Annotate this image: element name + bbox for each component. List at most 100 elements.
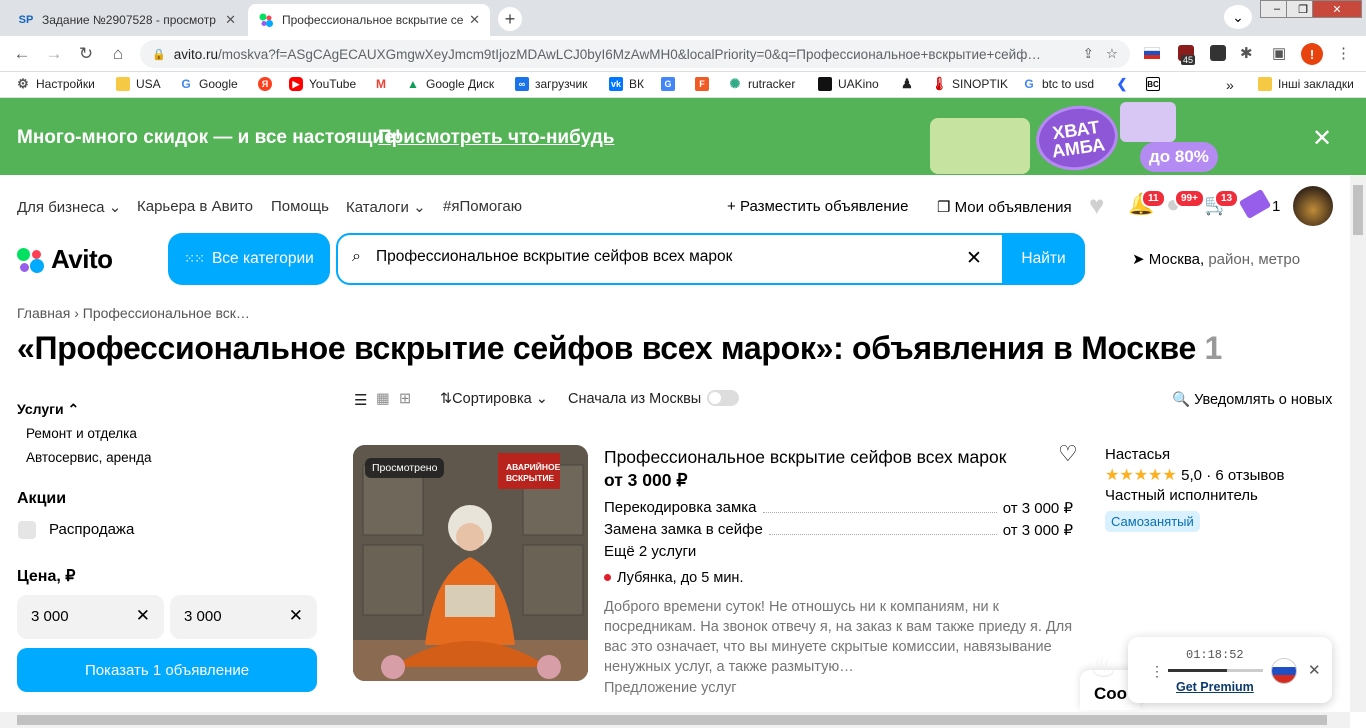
seller-name[interactable]: Настасья xyxy=(1105,446,1170,463)
wallet-icon[interactable] xyxy=(1238,188,1272,220)
browser-menu-icon[interactable]: ⋮ xyxy=(1336,44,1351,62)
tab-search-icon[interactable]: ⌄ xyxy=(1224,5,1252,29)
list-view-icon[interactable]: ☰ xyxy=(354,391,367,409)
avatar[interactable] xyxy=(1293,186,1333,226)
home-icon[interactable]: ⌂ xyxy=(108,44,128,64)
horizontal-scrollbar[interactable] xyxy=(0,712,1350,728)
notify-new-button[interactable]: 🔍 Уведомлять о новых xyxy=(1172,391,1332,408)
clear-search-icon[interactable]: ✕ xyxy=(966,247,982,270)
scrollbar-thumb[interactable] xyxy=(17,715,1327,725)
bookmark-google[interactable]: G Google xyxy=(179,77,238,91)
back-icon[interactable]: ← xyxy=(12,44,32,64)
breadcrumb-home[interactable]: Главная xyxy=(17,305,70,321)
figure-icon: ♟ xyxy=(900,76,914,91)
sale-label[interactable]: Распродажа xyxy=(49,521,134,538)
get-premium-link[interactable]: Get Premium xyxy=(1176,680,1254,694)
bookmark-vk[interactable]: vk ВК xyxy=(609,77,644,91)
more-services-link[interactable]: Ещё 2 услуги xyxy=(604,543,696,560)
extension-arrow-icon[interactable] xyxy=(1210,45,1226,61)
nav-catalogs[interactable]: Каталоги ⌄ xyxy=(346,198,426,216)
bookmark-uakino[interactable]: UAKino xyxy=(818,77,879,91)
my-ads-link[interactable]: ❐ Мои объявления xyxy=(937,198,1072,216)
price-to-field[interactable]: 3 000 ✕ xyxy=(170,595,317,639)
find-button[interactable]: Найти xyxy=(1002,233,1085,285)
services-filter-toggle[interactable]: Услуги ⌃ xyxy=(17,401,79,418)
bookmark-yandex[interactable]: Я xyxy=(258,77,278,91)
grid-view-icon[interactable]: ▦ xyxy=(376,391,390,407)
gift-box-illustration xyxy=(930,118,1030,174)
bookmark-gmail[interactable]: M xyxy=(374,77,394,91)
reload-icon[interactable]: ↻ xyxy=(76,44,96,64)
new-tab-button[interactable]: + xyxy=(498,7,522,31)
bookmark-rutracker[interactable]: ✺ rutracker xyxy=(728,76,795,91)
extensions-puzzle-icon[interactable]: ✱ xyxy=(1240,44,1253,62)
uakino-icon xyxy=(818,77,832,91)
vertical-scrollbar[interactable] xyxy=(1350,175,1366,712)
location-selector[interactable]: ➤ Москва, район, метро xyxy=(1132,250,1300,268)
nav-i-help[interactable]: #яПомогаю xyxy=(443,198,522,215)
nav-business[interactable]: Для бизнеса ⌄ xyxy=(17,198,121,216)
clear-icon[interactable]: ✕ xyxy=(136,606,150,626)
bookmark-figure[interactable]: ♟ xyxy=(900,76,920,91)
rating-stars-icon: ★★★★★ xyxy=(1105,467,1177,484)
bookmark-translate[interactable]: G xyxy=(661,77,681,91)
price-from-field[interactable]: 3 000 ✕ xyxy=(17,595,164,639)
favorites-heart-icon[interactable]: ♥ xyxy=(1089,190,1104,221)
listing-photo[interactable]: АВАРИЙНОЕ ВСКРЫТИЕ xyxy=(353,445,588,681)
address-bar[interactable]: 🔒 avito.ru /moskva?f=ASgCAgECAUXGmgwXeyJ… xyxy=(140,40,1130,68)
bookmark-bc[interactable]: BC xyxy=(1146,77,1166,91)
close-promo-icon[interactable]: ✕ xyxy=(1312,124,1332,153)
map-view-icon[interactable]: ⊞ xyxy=(399,391,411,407)
promo-link[interactable]: Присмотреть что-нибудь xyxy=(378,127,614,149)
post-ad-link[interactable]: + Разместить объявление xyxy=(727,198,908,215)
nav-help[interactable]: Помощь xyxy=(271,198,329,215)
browser-tab-1[interactable]: SP Задание №2907528 - просмотр ✕ xyxy=(8,4,246,36)
side-panel-icon[interactable]: ▣ xyxy=(1272,44,1286,62)
player-progress-bar[interactable] xyxy=(1168,669,1263,672)
bookmark-btc[interactable]: Gbtc to usd xyxy=(1022,77,1094,91)
bookmark-blue[interactable]: ❮ xyxy=(1115,76,1135,91)
bookmark-google-drive[interactable]: ▲ Google Диск xyxy=(406,77,494,91)
russia-flag-icon[interactable] xyxy=(1271,658,1297,684)
close-window-button[interactable]: ✕ xyxy=(1312,0,1362,18)
russia-flag-icon[interactable] xyxy=(1144,47,1160,59)
share-icon[interactable]: ⇪ xyxy=(1083,46,1094,62)
listing-title[interactable]: Профессиональное вскрытие сейфов всех ма… xyxy=(604,447,1006,468)
bookmark-settings[interactable]: ⚙ Настройки xyxy=(16,76,95,91)
all-categories-button[interactable]: ⁙⁙ Все категории xyxy=(168,233,330,285)
sort-dropdown[interactable]: ⇅Сортировка ⌄ xyxy=(440,391,548,407)
service-option[interactable]: Автосервис, аренда xyxy=(26,450,152,465)
nav-career[interactable]: Карьера в Авито xyxy=(137,198,253,215)
google-icon: G xyxy=(179,77,193,91)
service-row: Перекодировка замка от 3 000 ₽ xyxy=(604,499,1073,517)
search-input[interactable] xyxy=(376,248,956,266)
avito-favicon-icon xyxy=(258,12,274,28)
forward-icon[interactable]: → xyxy=(44,44,64,64)
moscow-first-toggle[interactable] xyxy=(707,390,739,406)
close-icon[interactable]: ✕ xyxy=(225,12,236,28)
sale-checkbox[interactable] xyxy=(18,521,36,539)
profile-alert-icon[interactable]: ! xyxy=(1301,43,1323,65)
seller-rating[interactable]: ★★★★★ 5,0 · 6 отзывов xyxy=(1105,465,1285,485)
browser-tab-2-active[interactable]: Профессиональное вскрытие се ✕ xyxy=(248,4,490,36)
player-menu-icon[interactable]: ⋮ xyxy=(1150,663,1164,680)
bookmark-youtube[interactable]: ▶ YouTube xyxy=(289,77,356,91)
clear-icon[interactable]: ✕ xyxy=(289,606,303,626)
show-results-button[interactable]: Показать 1 объявление xyxy=(17,648,317,692)
chevron-left-icon: ❮ xyxy=(1115,76,1129,91)
add-to-favorites-icon[interactable]: ♡ xyxy=(1058,441,1078,467)
bookmark-sinoptik[interactable]: 🌡 SINOPTIK xyxy=(930,76,1008,91)
thermometer-icon: 🌡 xyxy=(930,76,948,91)
breadcrumb-current[interactable]: Профессиональное вск… xyxy=(83,305,250,321)
close-icon[interactable]: ✕ xyxy=(469,12,480,28)
bookmark-loader[interactable]: ∞ загрузчик xyxy=(515,77,587,91)
scrollbar-thumb[interactable] xyxy=(1353,185,1363,235)
close-player-icon[interactable]: ✕ xyxy=(1308,661,1321,679)
bookmark-usa[interactable]: USA xyxy=(116,77,161,91)
service-option[interactable]: Ремонт и отделка xyxy=(26,426,137,441)
bookmarks-more-button[interactable]: » xyxy=(1226,77,1234,93)
other-bookmarks[interactable]: Інші закладки xyxy=(1258,77,1354,91)
bookmark-f[interactable]: F xyxy=(695,77,715,91)
avito-logo[interactable]: Avito xyxy=(17,244,113,275)
bookmark-star-icon[interactable]: ☆ xyxy=(1106,46,1118,62)
